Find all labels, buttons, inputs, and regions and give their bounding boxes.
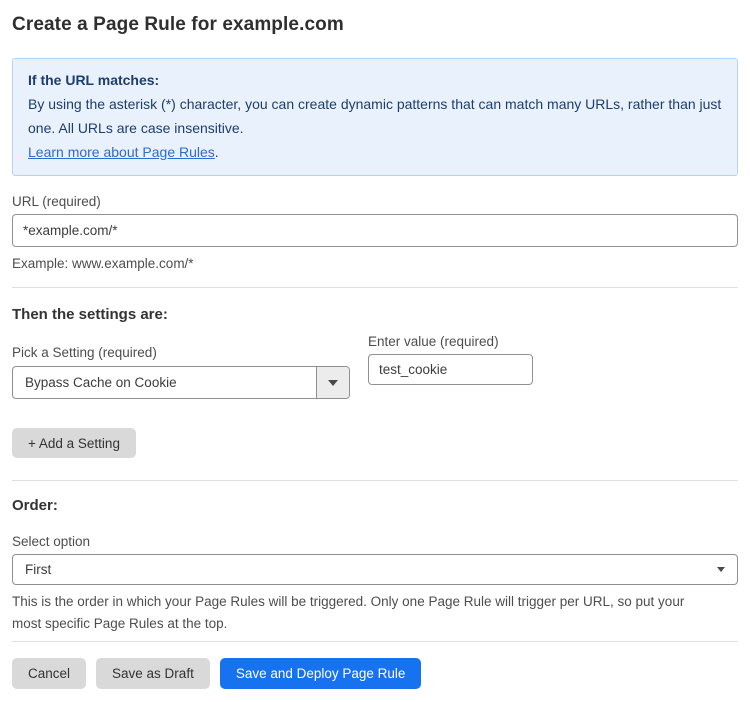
select-option-label: Select option — [12, 534, 738, 549]
add-setting-button[interactable]: + Add a Setting — [12, 428, 136, 458]
select-dropdown-button[interactable] — [316, 367, 349, 398]
divider — [12, 480, 738, 481]
save-deploy-button[interactable]: Save and Deploy Page Rule — [220, 658, 422, 689]
setting-select-value: Bypass Cache on Cookie — [13, 375, 316, 390]
footer-actions: Cancel Save as Draft Save and Deploy Pag… — [12, 658, 738, 689]
divider — [12, 287, 738, 288]
order-help-text: This is the order in which your Page Rul… — [12, 591, 738, 635]
create-page-rule-form: Create a Page Rule for example.com If th… — [0, 14, 750, 689]
settings-row: Pick a Setting (required) Bypass Cache o… — [12, 327, 738, 399]
url-input[interactable] — [12, 214, 738, 247]
order-select-value: First — [13, 562, 717, 577]
page-title: Create a Page Rule for example.com — [12, 14, 738, 36]
info-link-row: Learn more about Page Rules. — [28, 140, 722, 164]
url-label: URL (required) — [12, 194, 738, 209]
pick-setting-label: Pick a Setting (required) — [12, 345, 350, 360]
link-suffix: . — [215, 144, 219, 160]
setting-select[interactable]: Bypass Cache on Cookie — [12, 366, 350, 399]
order-section-heading: Order: — [12, 497, 738, 514]
chevron-down-icon — [717, 567, 725, 572]
enter-value-label: Enter value (required) — [368, 334, 533, 349]
save-draft-button[interactable]: Save as Draft — [96, 658, 210, 689]
enter-value-column: Enter value (required) — [368, 334, 533, 399]
url-match-info-box: If the URL matches: By using the asteris… — [12, 58, 738, 176]
learn-more-link[interactable]: Learn more about Page Rules — [28, 144, 215, 160]
chevron-down-icon — [328, 380, 338, 386]
divider — [12, 641, 738, 642]
settings-section-heading: Then the settings are: — [12, 306, 738, 323]
info-box-heading: If the URL matches: — [28, 68, 722, 92]
order-select[interactable]: First — [12, 554, 738, 585]
info-box-body: By using the asterisk (*) character, you… — [28, 92, 722, 140]
pick-setting-column: Pick a Setting (required) Bypass Cache o… — [12, 327, 350, 399]
url-example-hint: Example: www.example.com/* — [12, 253, 738, 275]
cancel-button[interactable]: Cancel — [12, 658, 86, 689]
setting-value-input[interactable] — [368, 354, 533, 385]
